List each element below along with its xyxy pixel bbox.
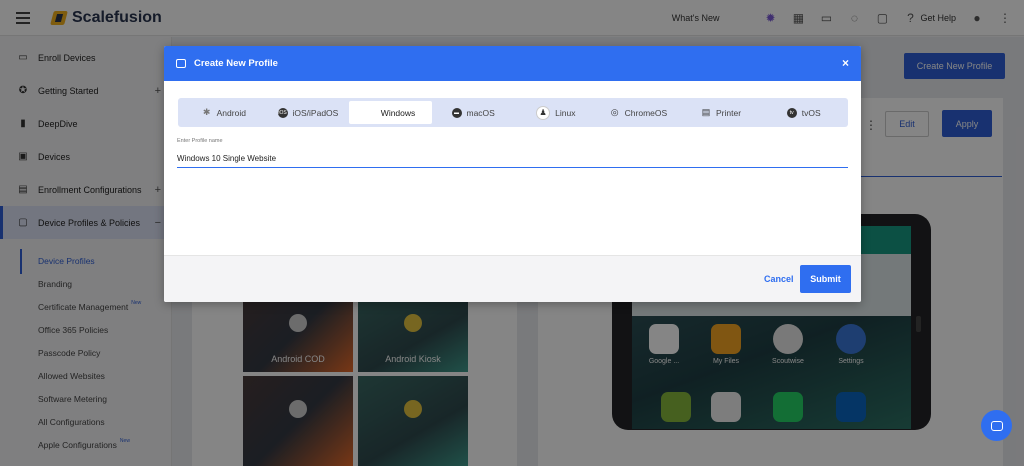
close-icon[interactable]: ×	[842, 56, 849, 70]
os-tab-bar: ✱ Android iOS iOS/iPadOS Windows ▬ macOS…	[178, 98, 848, 127]
cancel-button[interactable]: Cancel	[764, 274, 794, 284]
tab-label: macOS	[466, 107, 495, 118]
tab-linux[interactable]: ♟ Linux	[514, 101, 597, 124]
tab-label: Printer	[716, 107, 742, 118]
modal-header: Create New Profile ×	[164, 46, 861, 81]
macos-icon: ▬	[451, 107, 462, 118]
tab-label: Windows	[380, 107, 416, 118]
tvos-icon: tv	[786, 107, 797, 118]
windows-icon	[366, 108, 376, 118]
submit-button[interactable]: Submit	[800, 265, 851, 293]
tab-macos[interactable]: ▬ macOS	[432, 101, 515, 124]
tab-tvos[interactable]: tv tvOS	[762, 101, 845, 124]
tab-chromeos[interactable]: ◎ ChromeOS	[597, 101, 680, 124]
tab-windows[interactable]: Windows	[349, 101, 432, 124]
modal-title: Create New Profile	[194, 58, 278, 69]
chromeos-icon: ◎	[610, 107, 619, 117]
tab-android[interactable]: ✱ Android	[181, 101, 267, 124]
create-profile-modal: Create New Profile × ✱ Android iOS iOS/i…	[164, 46, 861, 302]
profile-name-label: Enter Profile name	[177, 138, 223, 144]
profile-icon	[176, 59, 186, 68]
chat-bubble-icon	[990, 420, 1003, 431]
tab-label: Android	[216, 107, 246, 118]
tab-label: tvOS	[801, 107, 821, 118]
printer-icon: ▤	[701, 107, 711, 117]
tab-label: Linux	[555, 107, 576, 118]
android-icon: ✱	[202, 107, 211, 117]
profile-name-input[interactable]	[177, 150, 848, 168]
ios-icon: iOS	[277, 107, 288, 118]
chat-support-button[interactable]	[981, 410, 1012, 441]
linux-icon: ♟	[536, 105, 551, 120]
tab-printer[interactable]: ▤ Printer	[680, 101, 763, 124]
modal-footer	[164, 255, 861, 302]
tab-ios-ipados[interactable]: iOS iOS/iPadOS	[267, 101, 350, 124]
tab-label: iOS/iPadOS	[292, 107, 339, 118]
tab-label: ChromeOS	[624, 107, 668, 118]
